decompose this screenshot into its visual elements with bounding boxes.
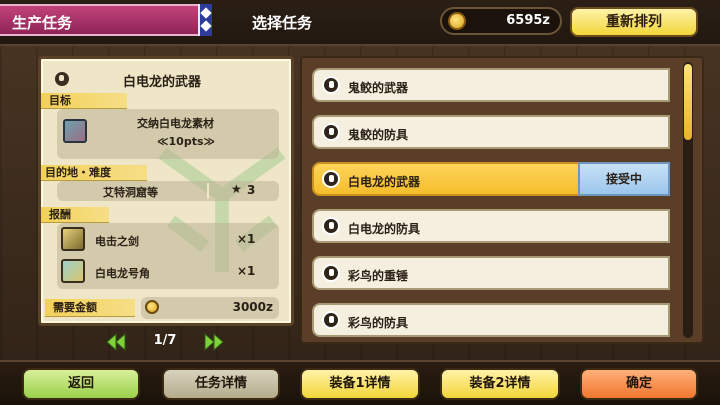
target-box: 交纳白电龙素材 ≪10pts≫ xyxy=(57,109,279,159)
confirm-button[interactable]: 确定 xyxy=(580,368,698,400)
title-flag-decoration xyxy=(198,4,212,36)
reward-section-label: 报酬 xyxy=(41,207,109,223)
list-scrollbar[interactable] xyxy=(683,62,693,338)
target-section-label: 目标 xyxy=(41,93,127,109)
screen-subtitle: 选择任务 xyxy=(252,14,313,32)
scrollbar-thumb[interactable] xyxy=(684,64,692,140)
quest-label: 白电龙的防具 xyxy=(348,222,421,236)
quest-icon xyxy=(322,123,340,141)
quest-list-item[interactable]: 鬼鲛的防具 xyxy=(312,115,670,149)
page-indicator: 1/7 xyxy=(153,333,177,348)
quest-label: 鬼鲛的武器 xyxy=(348,81,409,95)
reward-quantity: ×1 xyxy=(237,232,256,246)
quest-label: 彩鸟的重锤 xyxy=(348,269,409,283)
money-display: 6595z xyxy=(440,7,562,35)
destination-box: 艾特洞窟等 ★ 3 xyxy=(57,181,279,201)
equipment1-details-button[interactable]: 装备1详情 xyxy=(300,368,420,400)
coin-icon xyxy=(448,12,466,30)
quest-list-item[interactable]: 彩鸟的重锤 xyxy=(312,256,670,290)
quest-list-item[interactable]: 白电龙的防具 xyxy=(312,209,670,243)
quest-icon xyxy=(322,217,340,235)
resort-button[interactable]: 重新排列 xyxy=(570,7,698,37)
quest-label: 鬼鲛的防具 xyxy=(348,128,409,142)
material-item-icon xyxy=(63,119,87,143)
destination-name: 艾特洞窟等 xyxy=(103,186,158,199)
cost-section-label: 需要金额 xyxy=(45,299,135,317)
quest-title-row: 白电龙的武器 xyxy=(49,67,283,93)
quest-icon xyxy=(322,76,340,94)
reward-box: 电击之剑 ×1 白电龙号角 ×1 xyxy=(57,223,279,289)
quest-details-button[interactable]: 任务详情 xyxy=(162,368,280,400)
quest-list-item[interactable]: 鬼鲛的武器 xyxy=(312,68,670,102)
horn-item-icon xyxy=(61,259,85,283)
target-points: ≪10pts≫ xyxy=(157,135,216,148)
cost-value: 3000z xyxy=(232,300,273,314)
star-icon: ★ xyxy=(231,182,242,196)
screen-title: 生产任务 xyxy=(12,14,73,32)
reward-row: 白电龙号角 ×1 xyxy=(57,257,279,287)
quest-icon xyxy=(322,264,340,282)
reward-name: 电击之剑 xyxy=(95,235,139,248)
arrow-left-icon[interactable] xyxy=(106,333,126,351)
quest-icon xyxy=(55,72,69,86)
quest-icon xyxy=(322,311,340,329)
money-amount: 6595z xyxy=(506,13,550,28)
quest-icon xyxy=(322,170,340,188)
sword-item-icon xyxy=(61,227,85,251)
equipment2-details-button[interactable]: 装备2详情 xyxy=(440,368,560,400)
screen-title-tab: 生产任务 xyxy=(0,4,212,36)
quest-label: 彩鸟的防具 xyxy=(348,316,409,330)
arrow-right-icon[interactable] xyxy=(204,333,224,351)
coin-icon xyxy=(145,300,159,314)
target-description: 交纳白电龙素材 xyxy=(137,117,214,130)
quest-detail-panel: 白电龙的武器 目标 交纳白电龙素材 ≪10pts≫ 目的地・难度 艾特洞窟等 ★… xyxy=(38,56,294,326)
reward-quantity: ×1 xyxy=(237,264,256,278)
cost-box: 3000z xyxy=(141,297,279,319)
back-button[interactable]: 返回 xyxy=(22,368,140,400)
divider xyxy=(207,183,209,199)
reward-name: 白电龙号角 xyxy=(95,267,150,280)
quest-label: 白电龙的武器 xyxy=(348,175,421,189)
quest-list-item-selected[interactable]: 白电龙的武器 接受中 xyxy=(312,162,670,196)
quest-list-item[interactable]: 彩鸟的防具 xyxy=(312,303,670,337)
difficulty-value: 3 xyxy=(247,183,256,197)
quest-name: 白电龙的武器 xyxy=(123,75,202,90)
accepted-badge: 接受中 xyxy=(578,162,670,196)
quest-list-panel: 鬼鲛的武器 鬼鲛的防具 白电龙的武器 接受中 白电龙的防具 彩鸟的重锤 彩鸟的防… xyxy=(300,56,704,344)
destination-section-label: 目的地・难度 xyxy=(41,165,147,181)
reward-row: 电击之剑 ×1 xyxy=(57,225,279,255)
